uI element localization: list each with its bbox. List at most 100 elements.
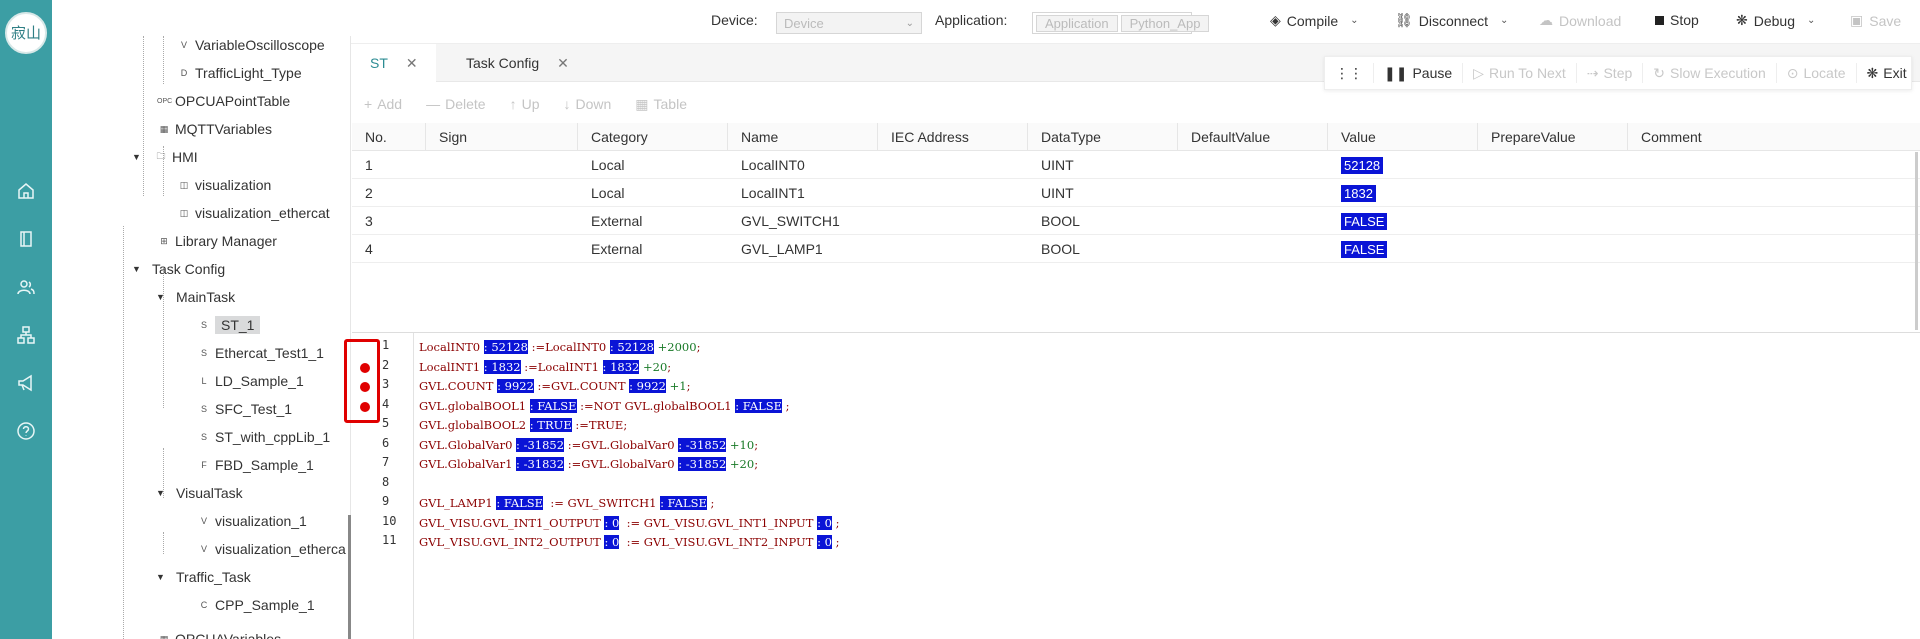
delete-button[interactable]: — Delete [426, 96, 485, 112]
device-select[interactable]: Device ⌄ [776, 12, 922, 34]
tree-item-maintask[interactable]: ▼ MainTask [156, 286, 235, 308]
line-number[interactable]: 1 [382, 338, 406, 352]
column-header[interactable]: Category [578, 123, 728, 151]
tab-st[interactable]: ST ✕ [352, 44, 436, 82]
add-button[interactable]: + Add [364, 96, 402, 112]
breakpoint-icon[interactable] [360, 382, 370, 392]
exit-button[interactable]: ❋ Exit [1857, 63, 1917, 83]
tree-scrollbar[interactable] [348, 515, 351, 639]
table-row[interactable]: 4 External GVL_LAMP1 BOOL FALSE [352, 235, 1920, 263]
run-to-next-button[interactable]: ▷ Run To Next [1463, 63, 1577, 83]
code-line[interactable]: GVL.globalBOOL2 : TRUE :=TRUE; [419, 416, 627, 434]
column-header[interactable]: Sign [426, 123, 578, 151]
code-line[interactable]: LocalINT1 : 1832 :=LocalINT1 : 1832 +20; [419, 358, 671, 376]
tree-item-visualtask[interactable]: ▼ VisualTask [156, 482, 243, 504]
megaphone-icon[interactable] [16, 373, 36, 393]
down-button[interactable]: ↓ Down [563, 96, 611, 112]
tree-item-library-manager[interactable]: ⊞ Library Manager [157, 230, 277, 252]
line-number[interactable]: 10 [382, 514, 406, 528]
debug-button[interactable]: ❋ Debug ⌄ [1736, 12, 1815, 29]
cell-value[interactable]: 1832 [1341, 179, 1376, 207]
column-header[interactable]: Name [728, 123, 878, 151]
tree-item-st-1[interactable]: S ST_1 [197, 314, 261, 336]
tree-item-trafficlight-type[interactable]: D TrafficLight_Type [177, 62, 302, 84]
cell-value[interactable]: FALSE [1341, 207, 1388, 235]
code-line[interactable]: GVL_VISU.GVL_INT2_OUTPUT : 0 := GVL_VISU… [419, 533, 839, 551]
slow-execution-button[interactable]: ↻ Slow Execution [1643, 63, 1777, 83]
editor-gutter[interactable]: 1 2 3 4 5 6 7 8 9 10 11 [344, 333, 414, 639]
line-number[interactable]: 6 [382, 436, 406, 450]
table-row[interactable]: 1 Local LocalINT0 UINT 52128 [352, 151, 1920, 179]
tree-item-hmi[interactable]: ▼ 🗀 HMI [132, 146, 198, 168]
line-number[interactable]: 3 [382, 377, 406, 391]
tree-item-sfc-test-1[interactable]: S SFC_Test_1 [197, 398, 292, 420]
close-icon[interactable]: ✕ [406, 55, 418, 72]
download-button[interactable]: ☁ Download [1539, 12, 1621, 29]
table-row[interactable]: 3 External GVL_SWITCH1 BOOL FALSE [352, 207, 1920, 235]
close-icon[interactable]: ✕ [557, 55, 569, 72]
compile-button[interactable]: ◈ Compile ⌄ [1270, 12, 1359, 29]
cell-value[interactable]: FALSE [1341, 235, 1388, 263]
code-line[interactable]: LocalINT0 : 52128 :=LocalINT0 : 52128 +2… [419, 338, 700, 356]
tree-item-traffic-task[interactable]: ▼ Traffic_Task [156, 566, 251, 588]
table-row[interactable]: 2 Local LocalINT1 UINT 1832 [352, 179, 1920, 207]
hierarchy-icon[interactable] [16, 325, 36, 345]
code-line[interactable]: GVL_LAMP1 : FALSE := GVL_SWITCH1 : FALSE… [419, 494, 714, 512]
column-header[interactable]: No. [352, 123, 426, 151]
table-scrollbar[interactable] [1915, 152, 1918, 330]
line-number[interactable]: 7 [382, 455, 406, 469]
caret-down-icon[interactable]: ▼ [132, 264, 141, 274]
cell-value[interactable]: 52128 [1341, 151, 1384, 179]
code-line[interactable]: GVL.GlobalVar0 : -31852 :=GVL.GlobalVar0… [419, 436, 758, 454]
disconnect-button[interactable]: ⛓ Disconnect ⌄ [1395, 12, 1508, 29]
stop-button[interactable]: Stop [1655, 12, 1699, 28]
tree-item-fbd-sample-1[interactable]: F FBD_Sample_1 [197, 454, 314, 476]
caret-down-icon[interactable]: ▼ [156, 572, 165, 582]
tree-item-visualization-etherca[interactable]: V visualization_etherca [197, 538, 346, 560]
tree-item-cpp-sample-1[interactable]: C CPP_Sample_1 [197, 594, 315, 616]
column-header[interactable]: DefaultValue [1178, 123, 1328, 151]
column-header[interactable]: Comment [1628, 123, 1918, 151]
column-header[interactable]: IEC Address [878, 123, 1028, 151]
column-header[interactable]: PrepareValue [1478, 123, 1628, 151]
drag-handle-icon[interactable]: ⋮⋮ [1325, 63, 1374, 83]
tree-item-mqttvariables[interactable]: ▦ MQTTVariables [157, 118, 272, 140]
tree-item-ethercat-test1-1[interactable]: S Ethercat_Test1_1 [197, 342, 324, 364]
tree-item-visualization[interactable]: ◫ visualization [177, 174, 272, 196]
breakpoint-icon[interactable] [360, 401, 370, 412]
line-number[interactable]: 4 [382, 397, 406, 411]
locate-button[interactable]: ⊙ Locate [1777, 63, 1857, 83]
tree-item-visualization-ethercat[interactable]: ◫ visualization_ethercat [177, 202, 330, 224]
tree-item-st-with-cpplib-1[interactable]: S ST_with_cppLib_1 [197, 426, 330, 448]
tab-task-config[interactable]: Task Config ✕ [448, 44, 587, 82]
tree-item-opcuapointtable[interactable]: OPC OPCUAPointTable [157, 90, 290, 112]
up-button[interactable]: ↑ Up [510, 96, 540, 112]
caret-down-icon[interactable]: ▼ [156, 488, 165, 498]
column-header[interactable]: Value [1328, 123, 1478, 151]
help-icon[interactable] [16, 421, 36, 441]
table-button[interactable]: ▦ Table [635, 96, 687, 113]
code-line[interactable]: GVL.globalBOOL1 : FALSE :=NOT GVL.global… [419, 397, 790, 415]
code-line[interactable]: GVL_VISU.GVL_INT1_OUTPUT : 0 := GVL_VISU… [419, 514, 839, 532]
column-header[interactable]: DataType [1028, 123, 1178, 151]
breakpoint-icon[interactable] [360, 362, 370, 373]
book-icon[interactable] [16, 229, 36, 249]
code-line[interactable]: GVL.GlobalVar1 : -31832 :=GVL.GlobalVar0… [419, 455, 758, 473]
code-line[interactable]: GVL.COUNT : 9922 :=GVL.COUNT : 9922 +1; [419, 377, 690, 395]
tree-item-visualization-1[interactable]: V visualization_1 [197, 510, 307, 532]
application-select[interactable]: Application Python_App [1032, 12, 1210, 34]
line-number[interactable]: 9 [382, 494, 406, 508]
line-number[interactable]: 5 [382, 416, 406, 430]
line-number[interactable]: 8 [382, 475, 406, 489]
save-button[interactable]: ▣ Save [1850, 12, 1901, 29]
home-icon[interactable] [16, 181, 36, 201]
step-button[interactable]: ⇢ Step [1577, 63, 1644, 83]
line-number[interactable]: 11 [382, 533, 406, 547]
line-number[interactable]: 2 [382, 358, 406, 372]
users-icon[interactable] [16, 277, 36, 297]
tree-item-ld-sample-1[interactable]: L LD_Sample_1 [197, 370, 303, 392]
caret-down-icon[interactable]: ▼ [132, 152, 141, 162]
pause-button[interactable]: ❚❚ Pause [1374, 63, 1464, 83]
caret-down-icon[interactable]: ▼ [156, 292, 165, 302]
code-editor[interactable]: 1 2 3 4 5 6 7 8 9 10 11 LocalINT0 : 52128 :=LocalI… [344, 332, 1920, 639]
